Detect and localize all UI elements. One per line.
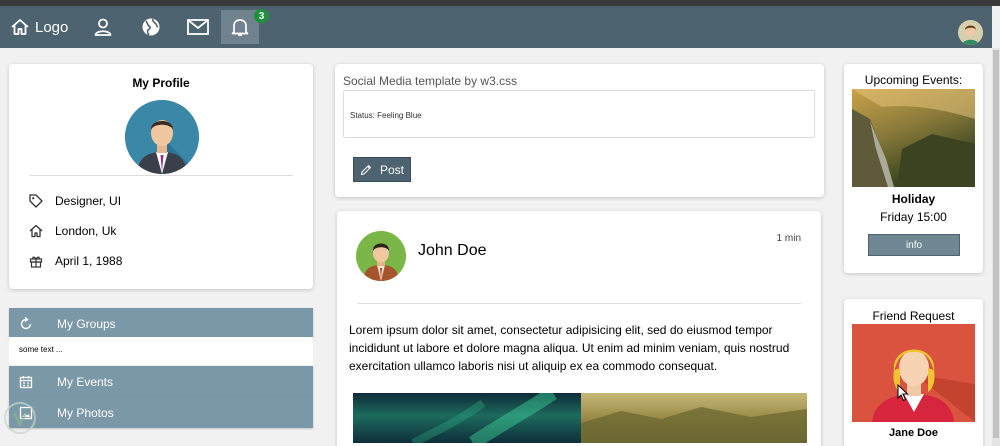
mountains-graphic (581, 407, 807, 443)
my-events-button[interactable]: My Events (9, 366, 313, 397)
pencil-icon (360, 164, 372, 175)
refresh-icon (20, 316, 32, 329)
notifications-nav-button[interactable]: 3 (221, 9, 269, 44)
user-avatar[interactable] (958, 20, 983, 45)
post-author-avatar (356, 231, 406, 281)
profile-birthday-text: April 1, 1988 (55, 254, 123, 268)
event-info-button[interactable]: info (868, 234, 960, 256)
logo-label: Logo (35, 18, 69, 36)
logo-link[interactable]: Logo (10, 14, 68, 40)
home-icon (11, 19, 29, 35)
friend-request-card: Friend Request Jane Doe (844, 299, 983, 446)
profile-birthday: April 1, 1988 (29, 254, 122, 268)
my-photos-label: My Photos (57, 405, 114, 420)
landscape-graphic (852, 89, 975, 187)
bell-icon (231, 19, 249, 36)
friend-request-title: Friend Request (872, 309, 955, 323)
event-image[interactable] (852, 89, 975, 187)
my-events-label: My Events (57, 374, 114, 389)
scrollbar-thumb[interactable] (993, 50, 999, 438)
mouse-cursor-icon (897, 384, 909, 402)
envelope-icon (187, 19, 209, 35)
event-date: Friday 15:00 (880, 210, 947, 224)
profile-title: My Profile (132, 76, 190, 90)
user-icon (94, 18, 112, 36)
post-body: Lorem ipsum dolor sit amet, consectetur … (349, 323, 790, 373)
profile-divider (29, 175, 293, 176)
calendar-icon (19, 375, 33, 388)
messages-nav-button[interactable] (179, 10, 217, 44)
profile-location: London, Uk (29, 224, 116, 238)
post-divider (357, 303, 801, 304)
avatar-image (356, 231, 406, 281)
globe-nav-button[interactable] (132, 10, 170, 44)
profile-job: Designer, UI (29, 194, 121, 208)
event-info-label: info (905, 239, 923, 251)
upcoming-events-card: Upcoming Events: Holiday Friday 15:00 in… (844, 64, 983, 273)
friend-avatar[interactable] (852, 324, 975, 422)
profile-avatar (125, 100, 199, 174)
tag-icon (29, 194, 43, 208)
avatar-image (852, 324, 975, 422)
avatar-image (958, 20, 983, 45)
aurora-graphic (411, 393, 557, 443)
template-title: Social Media template by w3.css (343, 74, 518, 88)
post-button[interactable]: Post (353, 157, 411, 182)
post-image-lights[interactable] (353, 393, 581, 443)
my-groups-button[interactable]: My Groups (9, 308, 313, 339)
post-time: 1 min (776, 233, 801, 244)
events-title: Upcoming Events: (864, 73, 963, 87)
status-card: Social Media template by w3.css Status: … (335, 64, 824, 197)
feed-post-card: John Doe 1 min Lorem ipsum dolor sit ame… (337, 211, 821, 446)
profile-job-text: Designer, UI (55, 194, 122, 208)
top-navbar: Logo 3 (0, 6, 992, 48)
post-author-name[interactable]: John Doe (418, 242, 487, 260)
notification-badge: 3 (254, 9, 269, 23)
post-button-label: Post (379, 162, 404, 177)
profile-nav-button[interactable] (84, 10, 122, 44)
my-groups-label: My Groups (57, 316, 116, 331)
status-text: Status: Feeling Blue (350, 111, 422, 120)
page-scrollbar[interactable] (992, 48, 1000, 446)
my-photos-button[interactable]: My Photos (9, 397, 313, 428)
watermark-logo (4, 402, 36, 434)
my-groups-panel: some text ... (9, 337, 313, 365)
avatar-image (125, 100, 199, 174)
my-groups-text: some text ... (19, 345, 63, 354)
profile-location-text: London, Uk (55, 224, 117, 238)
home-icon (29, 224, 43, 238)
gift-icon (29, 256, 43, 268)
post-image-mountains[interactable] (581, 393, 807, 443)
status-input[interactable]: Status: Feeling Blue (343, 90, 815, 138)
globe-icon (142, 18, 160, 36)
event-name: Holiday (891, 192, 936, 206)
friend-name: Jane Doe (889, 427, 938, 439)
profile-card: My Profile Designer, UI London, Uk April… (9, 64, 313, 289)
watermark-icon (12, 412, 28, 427)
